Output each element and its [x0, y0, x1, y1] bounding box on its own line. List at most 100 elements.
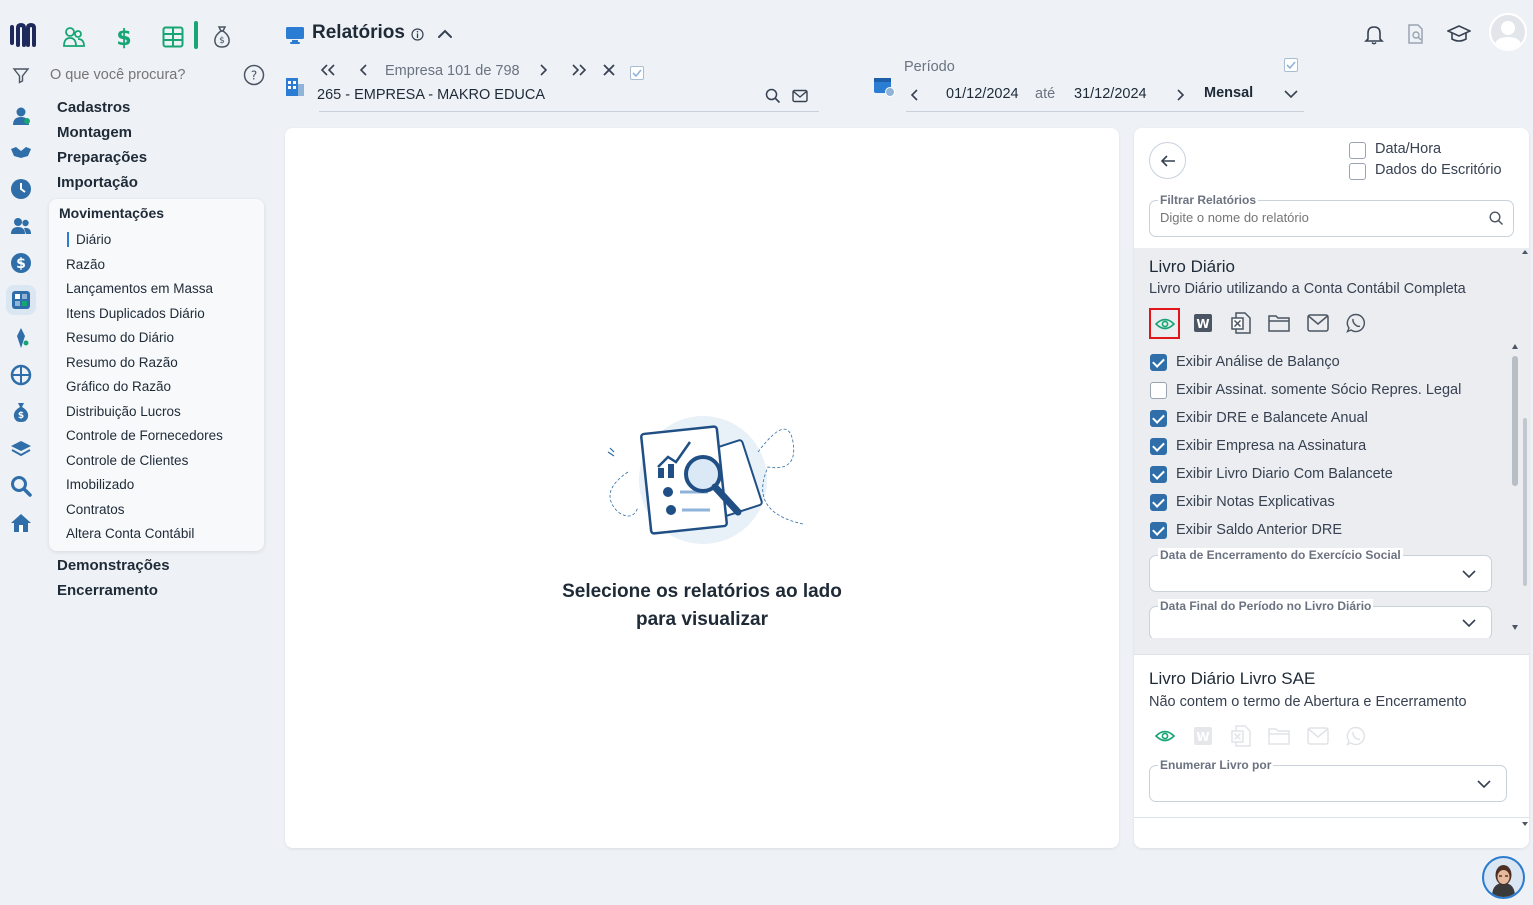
enumerar-livro-select[interactable]: Enumerar Livro por [1149, 758, 1507, 802]
company-mail-icon[interactable] [792, 89, 808, 103]
report2-title[interactable]: Livro Diário Livro SAE [1149, 669, 1315, 689]
option-row[interactable]: Exibir DRE e Balancete Anual [1150, 408, 1368, 428]
period-type-select[interactable]: Mensal [1204, 85, 1253, 101]
calculator-icon[interactable] [6, 285, 36, 315]
option-checkbox[interactable] [1150, 465, 1167, 483]
pin-icon[interactable] [9, 326, 33, 350]
nav-encerramento[interactable]: Encerramento [57, 582, 158, 599]
nav-cadastros[interactable]: Cadastros [57, 99, 130, 116]
company-checkbox-icon[interactable] [630, 66, 644, 80]
option-checkbox[interactable] [1150, 437, 1167, 455]
view-button[interactable] [1149, 308, 1180, 339]
option-checkbox[interactable] [1150, 409, 1167, 427]
collapse-chevron-icon[interactable] [436, 26, 454, 42]
folder-icon[interactable] [1267, 311, 1291, 335]
clock-icon[interactable] [9, 177, 33, 201]
back-button[interactable] [1149, 142, 1186, 179]
money-bag-icon[interactable]: $ [9, 400, 33, 424]
nav-montagem[interactable]: Montagem [57, 124, 132, 141]
submenu-item-altera-conta[interactable]: Altera Conta Contábil [66, 526, 194, 541]
period-type-chevron-icon[interactable] [1283, 88, 1299, 100]
help-icon[interactable]: ? [243, 64, 265, 86]
chevron-down-icon[interactable] [1476, 778, 1492, 790]
email-icon[interactable] [1306, 311, 1330, 335]
submenu-item-imobilizado[interactable]: Imobilizado [66, 477, 134, 492]
last-company-icon[interactable] [571, 63, 587, 77]
option-label[interactable]: Exibir Assinat. somente Sócio Repres. Le… [1176, 382, 1461, 398]
submenu-item-lancamentos-em-massa[interactable]: Lançamentos em Massa [66, 281, 213, 296]
report1-title[interactable]: Livro Diário [1149, 257, 1235, 277]
option-row[interactable]: Exibir Empresa na Assinatura [1150, 436, 1366, 456]
home-icon[interactable] [9, 511, 33, 535]
dollar-module-icon[interactable]: $ [111, 24, 137, 50]
option-label[interactable]: Exibir Livro Diario Com Balancete [1176, 466, 1393, 482]
data-hora-label[interactable]: Data/Hora [1375, 141, 1441, 157]
word-export-icon[interactable]: W [1191, 724, 1215, 748]
filter-reports-input[interactable] [1160, 210, 1470, 225]
company-search-icon[interactable] [765, 88, 781, 104]
word-export-icon[interactable]: W [1191, 311, 1215, 335]
nav-demonstracoes[interactable]: Demonstrações [57, 557, 170, 574]
close-icon[interactable] [602, 63, 616, 77]
option-label[interactable]: Exibir Saldo Anterior DRE [1176, 522, 1342, 538]
submenu-item-resumo-razao[interactable]: Resumo do Razão [66, 355, 178, 370]
date-from-field[interactable]: 01/12/2024 [946, 86, 1019, 102]
document-search-icon[interactable] [1406, 23, 1426, 45]
prev-company-icon[interactable] [359, 63, 369, 77]
option-row[interactable]: Exibir Assinat. somente Sócio Repres. Le… [1150, 380, 1461, 400]
money-bag-module-icon[interactable]: $ [209, 24, 235, 50]
option-row[interactable]: Exibir Saldo Anterior DRE [1150, 520, 1342, 540]
submenu-item-resumo-diario[interactable]: Resumo do Diário [66, 330, 174, 345]
submenu-item-controle-fornecedores[interactable]: Controle de Fornecedores [66, 428, 223, 443]
chevron-down-icon[interactable] [1461, 617, 1477, 629]
submenu-item-contratos[interactable]: Contratos [66, 502, 125, 517]
option-checkbox[interactable] [1150, 381, 1167, 399]
prev-period-icon[interactable] [910, 88, 920, 102]
options-scrollbar[interactable] [1509, 340, 1521, 636]
data-encerramento-select[interactable]: Data de Encerramento do Exercício Social [1149, 548, 1492, 592]
date-to-field[interactable]: 31/12/2024 [1074, 86, 1147, 102]
user-icon[interactable] [9, 104, 33, 128]
chevron-down-icon[interactable] [1461, 568, 1477, 580]
bell-icon[interactable] [1364, 23, 1384, 45]
dollar-circle-icon[interactable]: $ [9, 251, 33, 275]
whatsapp-icon[interactable] [1344, 311, 1368, 335]
option-row[interactable]: Exibir Análise de Balanço [1150, 352, 1340, 372]
period-checkbox-icon[interactable] [1284, 58, 1298, 72]
option-checkbox[interactable] [1150, 493, 1167, 511]
menu-search-input[interactable] [50, 64, 235, 86]
layers-icon[interactable] [9, 437, 33, 461]
option-checkbox[interactable] [1150, 521, 1167, 539]
eye-icon[interactable] [1153, 724, 1177, 748]
handshake-icon[interactable] [9, 140, 33, 164]
dados-escritorio-checkbox[interactable] [1349, 163, 1366, 180]
submenu-title[interactable]: Movimentações [59, 205, 164, 221]
option-label[interactable]: Exibir Notas Explicativas [1176, 494, 1335, 510]
submenu-item-diario[interactable]: Diário [67, 232, 111, 247]
excel-export-icon[interactable] [1229, 311, 1253, 335]
next-period-icon[interactable] [1175, 88, 1185, 102]
excel-export-icon[interactable] [1229, 724, 1253, 748]
assistant-avatar[interactable] [1482, 856, 1525, 899]
nav-importacao[interactable]: Importação [57, 174, 138, 191]
globe-icon[interactable] [9, 363, 33, 387]
dados-escritorio-label[interactable]: Dados do Escritório [1375, 162, 1502, 178]
spreadsheet-module-icon[interactable] [160, 24, 186, 50]
submenu-item-controle-clientes[interactable]: Controle de Clientes [66, 453, 188, 468]
email-icon[interactable] [1306, 724, 1330, 748]
next-company-icon[interactable] [538, 63, 548, 77]
users-module-icon[interactable] [61, 24, 87, 50]
filter-icon[interactable] [12, 66, 30, 84]
user-avatar[interactable] [1489, 13, 1527, 51]
first-company-icon[interactable] [320, 63, 336, 77]
option-row[interactable]: Exibir Livro Diario Com Balancete [1150, 464, 1393, 484]
filter-search-icon[interactable] [1489, 211, 1504, 226]
graduation-cap-icon[interactable] [1447, 24, 1471, 44]
whatsapp-icon[interactable] [1344, 724, 1368, 748]
folder-icon[interactable] [1267, 724, 1291, 748]
people-icon[interactable] [9, 214, 33, 238]
nav-preparacoes[interactable]: Preparações [57, 149, 147, 166]
option-label[interactable]: Exibir Empresa na Assinatura [1176, 438, 1366, 454]
panel-scrollbar[interactable] [1521, 248, 1529, 828]
app-logo[interactable] [9, 22, 37, 48]
